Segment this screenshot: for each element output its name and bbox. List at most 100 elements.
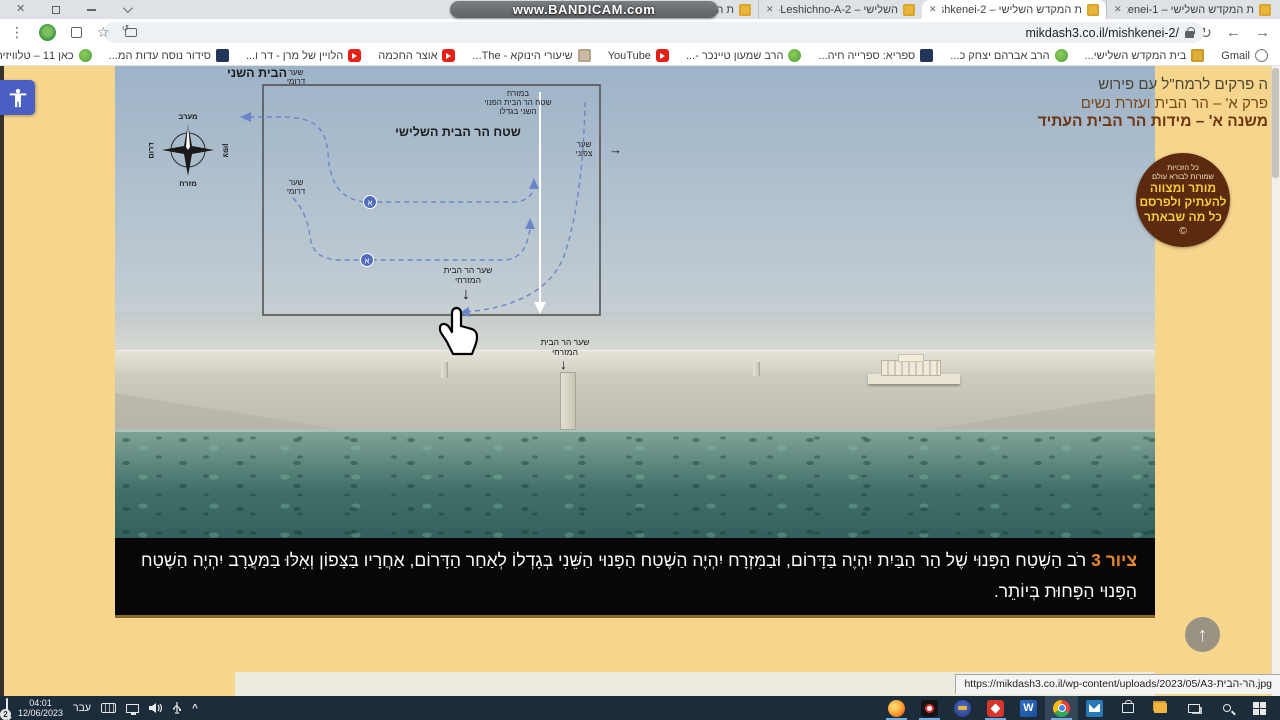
- bookmark-items: Gmail בית המקדש השלישי... הרב אברהם יצחק כ…: [0, 46, 1268, 65]
- search-taskbar-button[interactable]: [1210, 696, 1243, 720]
- bookmark-item[interactable]: הלויין של מרן - דר ו...: [245, 49, 362, 62]
- badge-small-line-1: כל הזכויות: [1167, 162, 1199, 172]
- accessibility-widget-button[interactable]: [0, 80, 35, 115]
- tab-close-icon[interactable]: ✕: [1114, 4, 1122, 15]
- compass-west: מערב: [178, 112, 198, 121]
- back-icon[interactable]: ←: [1226, 24, 1241, 41]
- compass-rose: מערב מזרח צפון דרום: [147, 112, 231, 188]
- firefox-taskbar-button[interactable]: [880, 696, 913, 720]
- forward-icon[interactable]: →: [1255, 24, 1270, 41]
- usb-icon[interactable]: [172, 702, 182, 714]
- youtube-favicon-icon: [655, 49, 669, 62]
- browser-tab[interactable]: ✕ השלישי – Limud-Leshichno-A-2: [758, 0, 922, 19]
- address-bar[interactable]: mikdash3.co.il/mishkenei-2/: [104, 22, 1204, 43]
- bookmark-label: YouTube: [607, 49, 651, 62]
- word-taskbar-button[interactable]: W: [1012, 696, 1045, 720]
- bookmark-item[interactable]: הרב שמעון טיינכר -...: [686, 49, 802, 62]
- navy-favicon-icon: [920, 49, 934, 62]
- toolbar-left-icons: ⋮ ☆: [10, 19, 137, 46]
- compass-north: צפון: [221, 143, 231, 158]
- east-note-line1: במזרח: [506, 89, 530, 98]
- store-taskbar-button[interactable]: [1111, 696, 1144, 720]
- globe-favicon-icon: [1255, 49, 1268, 62]
- photo-favicon-icon: [577, 49, 591, 62]
- redapp-icon: [987, 699, 1004, 717]
- window-menu-chevron-icon[interactable]: [123, 3, 134, 14]
- tab-close-icon[interactable]: ✕: [929, 4, 937, 15]
- language-indicator[interactable]: עבר: [73, 702, 91, 714]
- bookmark-item[interactable]: ספריא: ספרייה חיה...: [818, 49, 934, 62]
- window-minimize-icon[interactable]: [87, 8, 97, 11]
- bookmark-item[interactable]: סידור נוסח עדות המ...: [109, 49, 229, 62]
- watermark-text: www.BANDICAM.com: [512, 2, 656, 17]
- kebab-menu-icon[interactable]: ⋮: [10, 24, 24, 41]
- bookmark-label: ספריא: ספרייה חיה...: [818, 49, 916, 62]
- send-to-device-icon[interactable]: [122, 23, 137, 37]
- lock-icon: [1185, 26, 1195, 38]
- bookmark-item[interactable]: הרב אברהם יצחק כ...: [950, 49, 1068, 62]
- link-status-tooltip: https://mikdash3.co.il/wp-content/upload…: [955, 674, 1280, 694]
- word-icon: W: [1020, 699, 1037, 717]
- blueapp-icon: [954, 699, 971, 717]
- side-panel-icon[interactable]: [71, 27, 82, 38]
- bandicam-taskbar-button[interactable]: [913, 696, 946, 720]
- window-close-icon[interactable]: ✕: [16, 4, 25, 15]
- south-gate-left-line2: דרומי: [286, 187, 306, 196]
- bookmark-label: הלויין של מרן - דר ו...: [245, 49, 344, 62]
- window-restore-icon[interactable]: [52, 5, 61, 14]
- bandicam-watermark: www.BANDICAM.com: [450, 1, 718, 18]
- south-gate-left-line1: שער: [288, 178, 304, 187]
- diagram-overlay: א א: [240, 84, 601, 317]
- windows-taskbar: 2 04:01 12/06/2023 עבר ^ W: [0, 696, 1280, 720]
- mail-taskbar-button[interactable]: [1078, 696, 1111, 720]
- scrollbar-thumb[interactable]: [1272, 68, 1279, 178]
- chrome-taskbar-button[interactable]: [1045, 696, 1078, 720]
- network-icon[interactable]: [126, 703, 140, 715]
- profile-avatar[interactable]: [39, 24, 56, 41]
- start-taskbar-button[interactable]: [1243, 696, 1276, 720]
- page-scrollbar[interactable]: [1271, 66, 1280, 696]
- heading-line-3: משנה א' – מידות הר הבית העתיד: [1037, 113, 1268, 130]
- redapp-taskbar-button[interactable]: [979, 696, 1012, 720]
- blueapp-taskbar-button[interactable]: [946, 696, 979, 720]
- tab-favicon: [1259, 3, 1271, 16]
- north-gate-arrow: →: [609, 142, 622, 157]
- south-gate-top-line2: דרומי: [286, 77, 306, 86]
- temple-mount-image[interactable]: א א הבית השני שער דרומי במזרח שטח הר הבי…: [115, 66, 1155, 618]
- taskview-taskbar-button[interactable]: [1177, 696, 1210, 720]
- bookmarks-bar: Gmail בית המקדש השלישי... הרב אברהם יצחק כ…: [0, 46, 1280, 66]
- bookmark-item[interactable]: Gmail: [1221, 49, 1268, 62]
- scene-gate-down-arrow: ↓: [560, 356, 567, 372]
- label-north-gate: שער צפוני: [563, 140, 605, 158]
- taskbar-clock[interactable]: 04:01 12/06/2023: [18, 698, 63, 718]
- volume-icon[interactable]: [149, 702, 163, 714]
- green-favicon-icon: [788, 49, 802, 62]
- screen: ✕ ✕ ת המקדש השלישי – Mishkenei-1 ✕ ת המקדש …: [0, 0, 1280, 720]
- touch-keyboard-icon[interactable]: [101, 703, 117, 713]
- bookmark-item[interactable]: שיעורי הינוקא - The...: [472, 49, 591, 62]
- route-marker-glyph: א: [367, 199, 372, 208]
- tab-close-icon[interactable]: ✕: [766, 4, 774, 15]
- bandicam-icon: [921, 699, 938, 717]
- east-note-line2: שטח הר הבית הפנוי: [484, 98, 552, 107]
- bookmark-item[interactable]: אוצר החכמה: [378, 49, 456, 62]
- figure-number: ציור 3: [1091, 550, 1137, 570]
- bookmark-item[interactable]: כאן 11 – טלוויזיה ב...: [0, 49, 92, 62]
- badge-big-line-2: להעתיק ולפרסם: [1139, 195, 1227, 210]
- notification-badge: 2: [0, 709, 11, 720]
- bookmark-item[interactable]: YouTube: [608, 49, 669, 62]
- browser-tab[interactable]: ✕ ת המקדש השלישי – Mishkenei-1: [1106, 0, 1278, 19]
- tray-expand-chevron[interactable]: ^: [192, 703, 198, 714]
- explorer-taskbar-button[interactable]: [1144, 696, 1177, 720]
- heading-line-1: ה פרקים לרמח"ל עם פירוש: [1098, 76, 1268, 93]
- tab-favicon: [739, 3, 751, 16]
- taskbar-apps: W: [880, 696, 1280, 720]
- bookmark-item[interactable]: בית המקדש השלישי...: [1085, 49, 1205, 62]
- compass-south: דרום: [146, 142, 156, 159]
- notification-icon[interactable]: 2: [0, 698, 11, 720]
- copyright-badge: כל הזכויות שמורות לבורא עולם מותר ומצווה…: [1136, 153, 1230, 247]
- url-text: mikdash3.co.il/mishkenei-2/: [1025, 25, 1179, 40]
- scroll-to-top-button[interactable]: ↑: [1185, 617, 1220, 652]
- bookmark-star-icon[interactable]: ☆: [97, 24, 110, 41]
- browser-tab[interactable]: ✕ ת המקדש השלישי – Mishkenei-2: [922, 0, 1106, 19]
